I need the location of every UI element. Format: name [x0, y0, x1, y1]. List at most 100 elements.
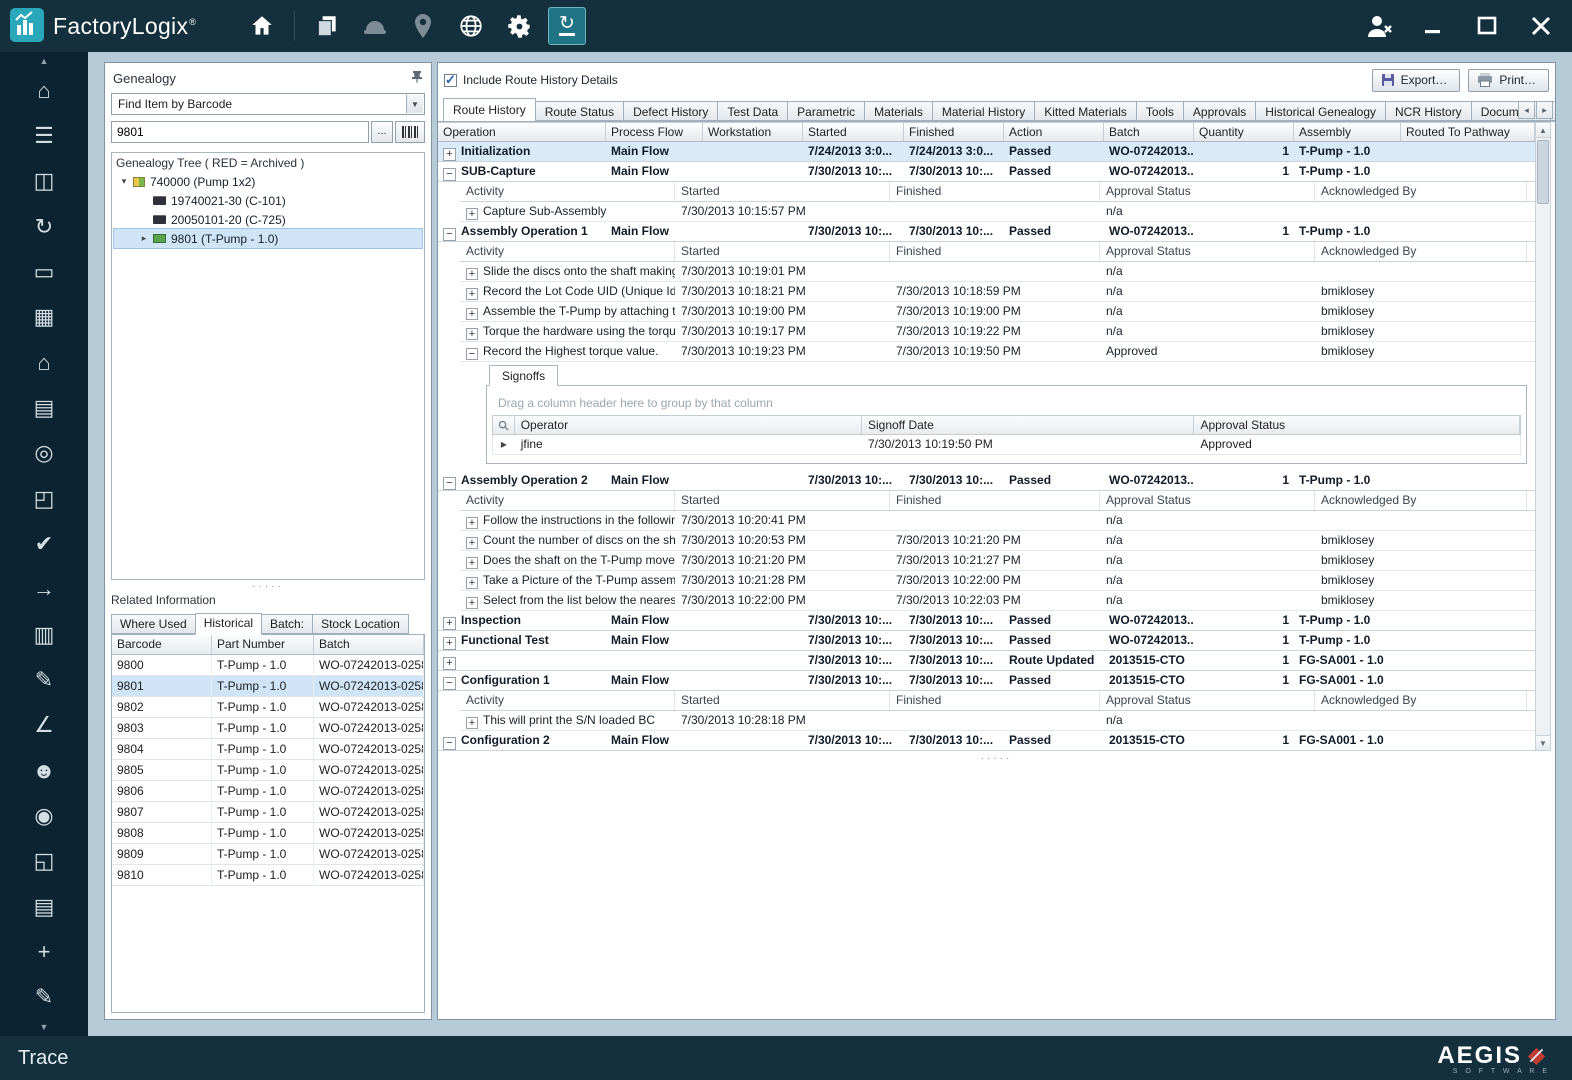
operation-row[interactable]: − Assembly Operation 1 Main Flow 7/30/2013 …	[438, 222, 1535, 242]
detail-column-acknowledged-by[interactable]: Acknowledged By	[1315, 691, 1527, 710]
grid-scrollbar[interactable]: ▲ ▼	[1535, 122, 1551, 751]
find-user-icon[interactable]: ◉	[16, 797, 72, 835]
tab-defect-history[interactable]: Defect History	[623, 101, 719, 121]
home-icon[interactable]: ⌂	[16, 72, 72, 110]
workflow-icon[interactable]: ◫	[16, 162, 72, 200]
table-row[interactable]: 9810 T-Pump - 1.0 WO-07242013-0258	[112, 865, 424, 886]
data-grid-icon[interactable]: ▦	[16, 298, 72, 336]
id-card-icon[interactable]: ▥	[16, 616, 72, 654]
operation-row[interactable]: − Assembly Operation 2 Main Flow 7/30/2013 …	[438, 471, 1535, 491]
expand-icon[interactable]: +	[466, 537, 478, 549]
checkbox-icon[interactable]	[444, 72, 457, 88]
detail-column-acknowledged-by[interactable]: Acknowledged By	[1315, 182, 1527, 201]
expand-icon[interactable]: +	[466, 328, 478, 340]
table-row[interactable]: 9807 T-Pump - 1.0 WO-07242013-0258	[112, 802, 424, 823]
operation-row[interactable]: − Configuration 2 Main Flow 7/30/2013 10:..…	[438, 731, 1535, 751]
operation-row[interactable]: + Functional Test Main Flow 7/30/2013 10:..…	[438, 631, 1535, 651]
home-icon[interactable]	[243, 7, 281, 45]
book-icon[interactable]: ▤	[16, 389, 72, 427]
pin-icon[interactable]	[411, 70, 423, 86]
operator-icon[interactable]: ☻	[16, 752, 72, 790]
row-expander-icon[interactable]: ▸	[493, 435, 515, 454]
signoff-column-approval-status[interactable]: Approval Status	[1194, 416, 1520, 434]
signoff-column-operator[interactable]: Operator	[515, 416, 862, 434]
activity-row[interactable]: + This will print the S/N loaded BC 7/30/2…	[460, 711, 1535, 731]
expand-icon[interactable]: +	[466, 268, 478, 280]
expand-icon[interactable]: +	[443, 657, 456, 670]
detail-column-finished[interactable]: Finished	[890, 691, 1100, 710]
table-row[interactable]: 9804 T-Pump - 1.0 WO-07242013-0258	[112, 739, 424, 760]
detail-column-finished[interactable]: Finished	[890, 182, 1100, 201]
search-icon[interactable]	[493, 416, 515, 434]
activity-row[interactable]: + Record the Lot Code UID (Unique Ide... 7…	[460, 282, 1535, 302]
table-row[interactable]: 9802 T-Pump - 1.0 WO-07242013-0258	[112, 697, 424, 718]
materials-icon[interactable]: ☰	[16, 117, 72, 155]
activity-row[interactable]: + Assemble the T-Pump by attaching th... 7…	[460, 302, 1535, 322]
tab-kitted-materials[interactable]: Kitted Materials	[1034, 101, 1137, 121]
tab-material-history[interactable]: Material History	[931, 101, 1036, 121]
tab-route-history[interactable]: Route History	[443, 98, 536, 121]
close-button[interactable]	[1526, 11, 1556, 41]
column-header-barcode[interactable]: Barcode	[112, 635, 212, 654]
column-header-part-number[interactable]: Part Number	[212, 635, 314, 654]
tab-route-status[interactable]: Route Status	[534, 101, 625, 121]
tab-batch[interactable]: Batch:	[261, 614, 314, 634]
detail-column-finished[interactable]: Finished	[890, 491, 1100, 510]
sidebar-scroll-down-icon[interactable]: ▼	[40, 1020, 49, 1034]
activity-row[interactable]: + Take a Picture of the T-Pump assembl...…	[460, 571, 1535, 591]
detail-column-started[interactable]: Started	[675, 242, 890, 261]
collapse-icon[interactable]: −	[466, 348, 478, 360]
monitor-icon[interactable]: ▭	[16, 253, 72, 291]
operation-row[interactable]: +7/30/2013 10:... 7/30/2013 10:... Route U…	[438, 651, 1535, 671]
detail-column-acknowledged-by[interactable]: Acknowledged By	[1315, 491, 1527, 510]
table-row[interactable]: 9805 T-Pump - 1.0 WO-07242013-0258	[112, 760, 424, 781]
detail-column-activity[interactable]: Activity	[460, 182, 675, 201]
tab-historical-genealogy[interactable]: Historical Genealogy	[1255, 101, 1387, 121]
verify-icon[interactable]: ✔	[16, 525, 72, 563]
column-header-batch[interactable]: Batch	[1104, 123, 1194, 141]
detail-column-activity[interactable]: Activity	[460, 242, 675, 261]
include-route-history-checkbox[interactable]: Include Route History Details	[444, 72, 618, 88]
table-row[interactable]: 9806 T-Pump - 1.0 WO-07242013-0258	[112, 781, 424, 802]
tab-ncr-history[interactable]: NCR History	[1385, 101, 1472, 121]
detail-column-started[interactable]: Started	[675, 491, 890, 510]
detail-column-started[interactable]: Started	[675, 182, 890, 201]
tab-scroll-right-icon[interactable]: ▸	[1536, 101, 1553, 119]
expand-icon[interactable]: +	[466, 288, 478, 300]
horizontal-splitter[interactable]: ·····	[438, 751, 1555, 765]
signoffs-tab[interactable]: Signoffs	[489, 365, 559, 386]
tree-item[interactable]: ▾ 740000 (Pump 1x2)	[114, 172, 422, 191]
doc-search-icon[interactable]: ◎	[16, 434, 72, 472]
browse-button[interactable]: ...	[371, 121, 393, 143]
warehouse-icon[interactable]: ⌂	[16, 344, 72, 382]
operation-row[interactable]: − SUB-Capture Main Flow 7/30/2013 10:... 7/3…	[438, 162, 1535, 182]
note-icon[interactable]: ✎	[16, 661, 72, 699]
globe-icon[interactable]	[452, 7, 490, 45]
table-row[interactable]: 9808 T-Pump - 1.0 WO-07242013-0258	[112, 823, 424, 844]
activity-row[interactable]: + Capture Sub-Assembly 7/30/2013 10:15:57 …	[460, 202, 1535, 222]
detail-column-activity[interactable]: Activity	[460, 491, 675, 510]
tab-historical[interactable]: Historical	[194, 613, 263, 635]
detail-column-approval-status[interactable]: Approval Status	[1100, 691, 1315, 710]
assist-icon[interactable]: +	[16, 933, 72, 971]
collapse-icon[interactable]: −	[443, 477, 456, 490]
user-signout-icon[interactable]	[1364, 11, 1394, 41]
measure-icon[interactable]: ∠	[16, 706, 72, 744]
detail-column-approval-status[interactable]: Approval Status	[1100, 242, 1315, 261]
activity-row[interactable]: + Count the number of discs on the sha...…	[460, 531, 1535, 551]
table-row[interactable]: 9800 T-Pump - 1.0 WO-07242013-0258	[112, 655, 424, 676]
hardhat-icon[interactable]	[356, 7, 394, 45]
detail-column-approval-status[interactable]: Approval Status	[1100, 491, 1315, 510]
chevron-down-icon[interactable]: ▼	[406, 95, 423, 113]
scroll-up-icon[interactable]: ▲	[1536, 123, 1550, 138]
activity-row[interactable]: + Torque the hardware using the torqu... 7…	[460, 322, 1535, 342]
export-icon[interactable]: →	[16, 570, 72, 608]
copy-icon[interactable]: ◰	[16, 480, 72, 518]
tab-approvals[interactable]: Approvals	[1182, 101, 1257, 121]
activity-row[interactable]: + Follow the instructions in the followin…	[460, 511, 1535, 531]
column-header-operation[interactable]: Operation	[438, 123, 606, 141]
edit-icon[interactable]: ✎	[16, 978, 72, 1016]
expand-icon[interactable]: +	[466, 717, 478, 729]
collapse-icon[interactable]: −	[443, 737, 456, 750]
expand-icon[interactable]: +	[466, 557, 478, 569]
